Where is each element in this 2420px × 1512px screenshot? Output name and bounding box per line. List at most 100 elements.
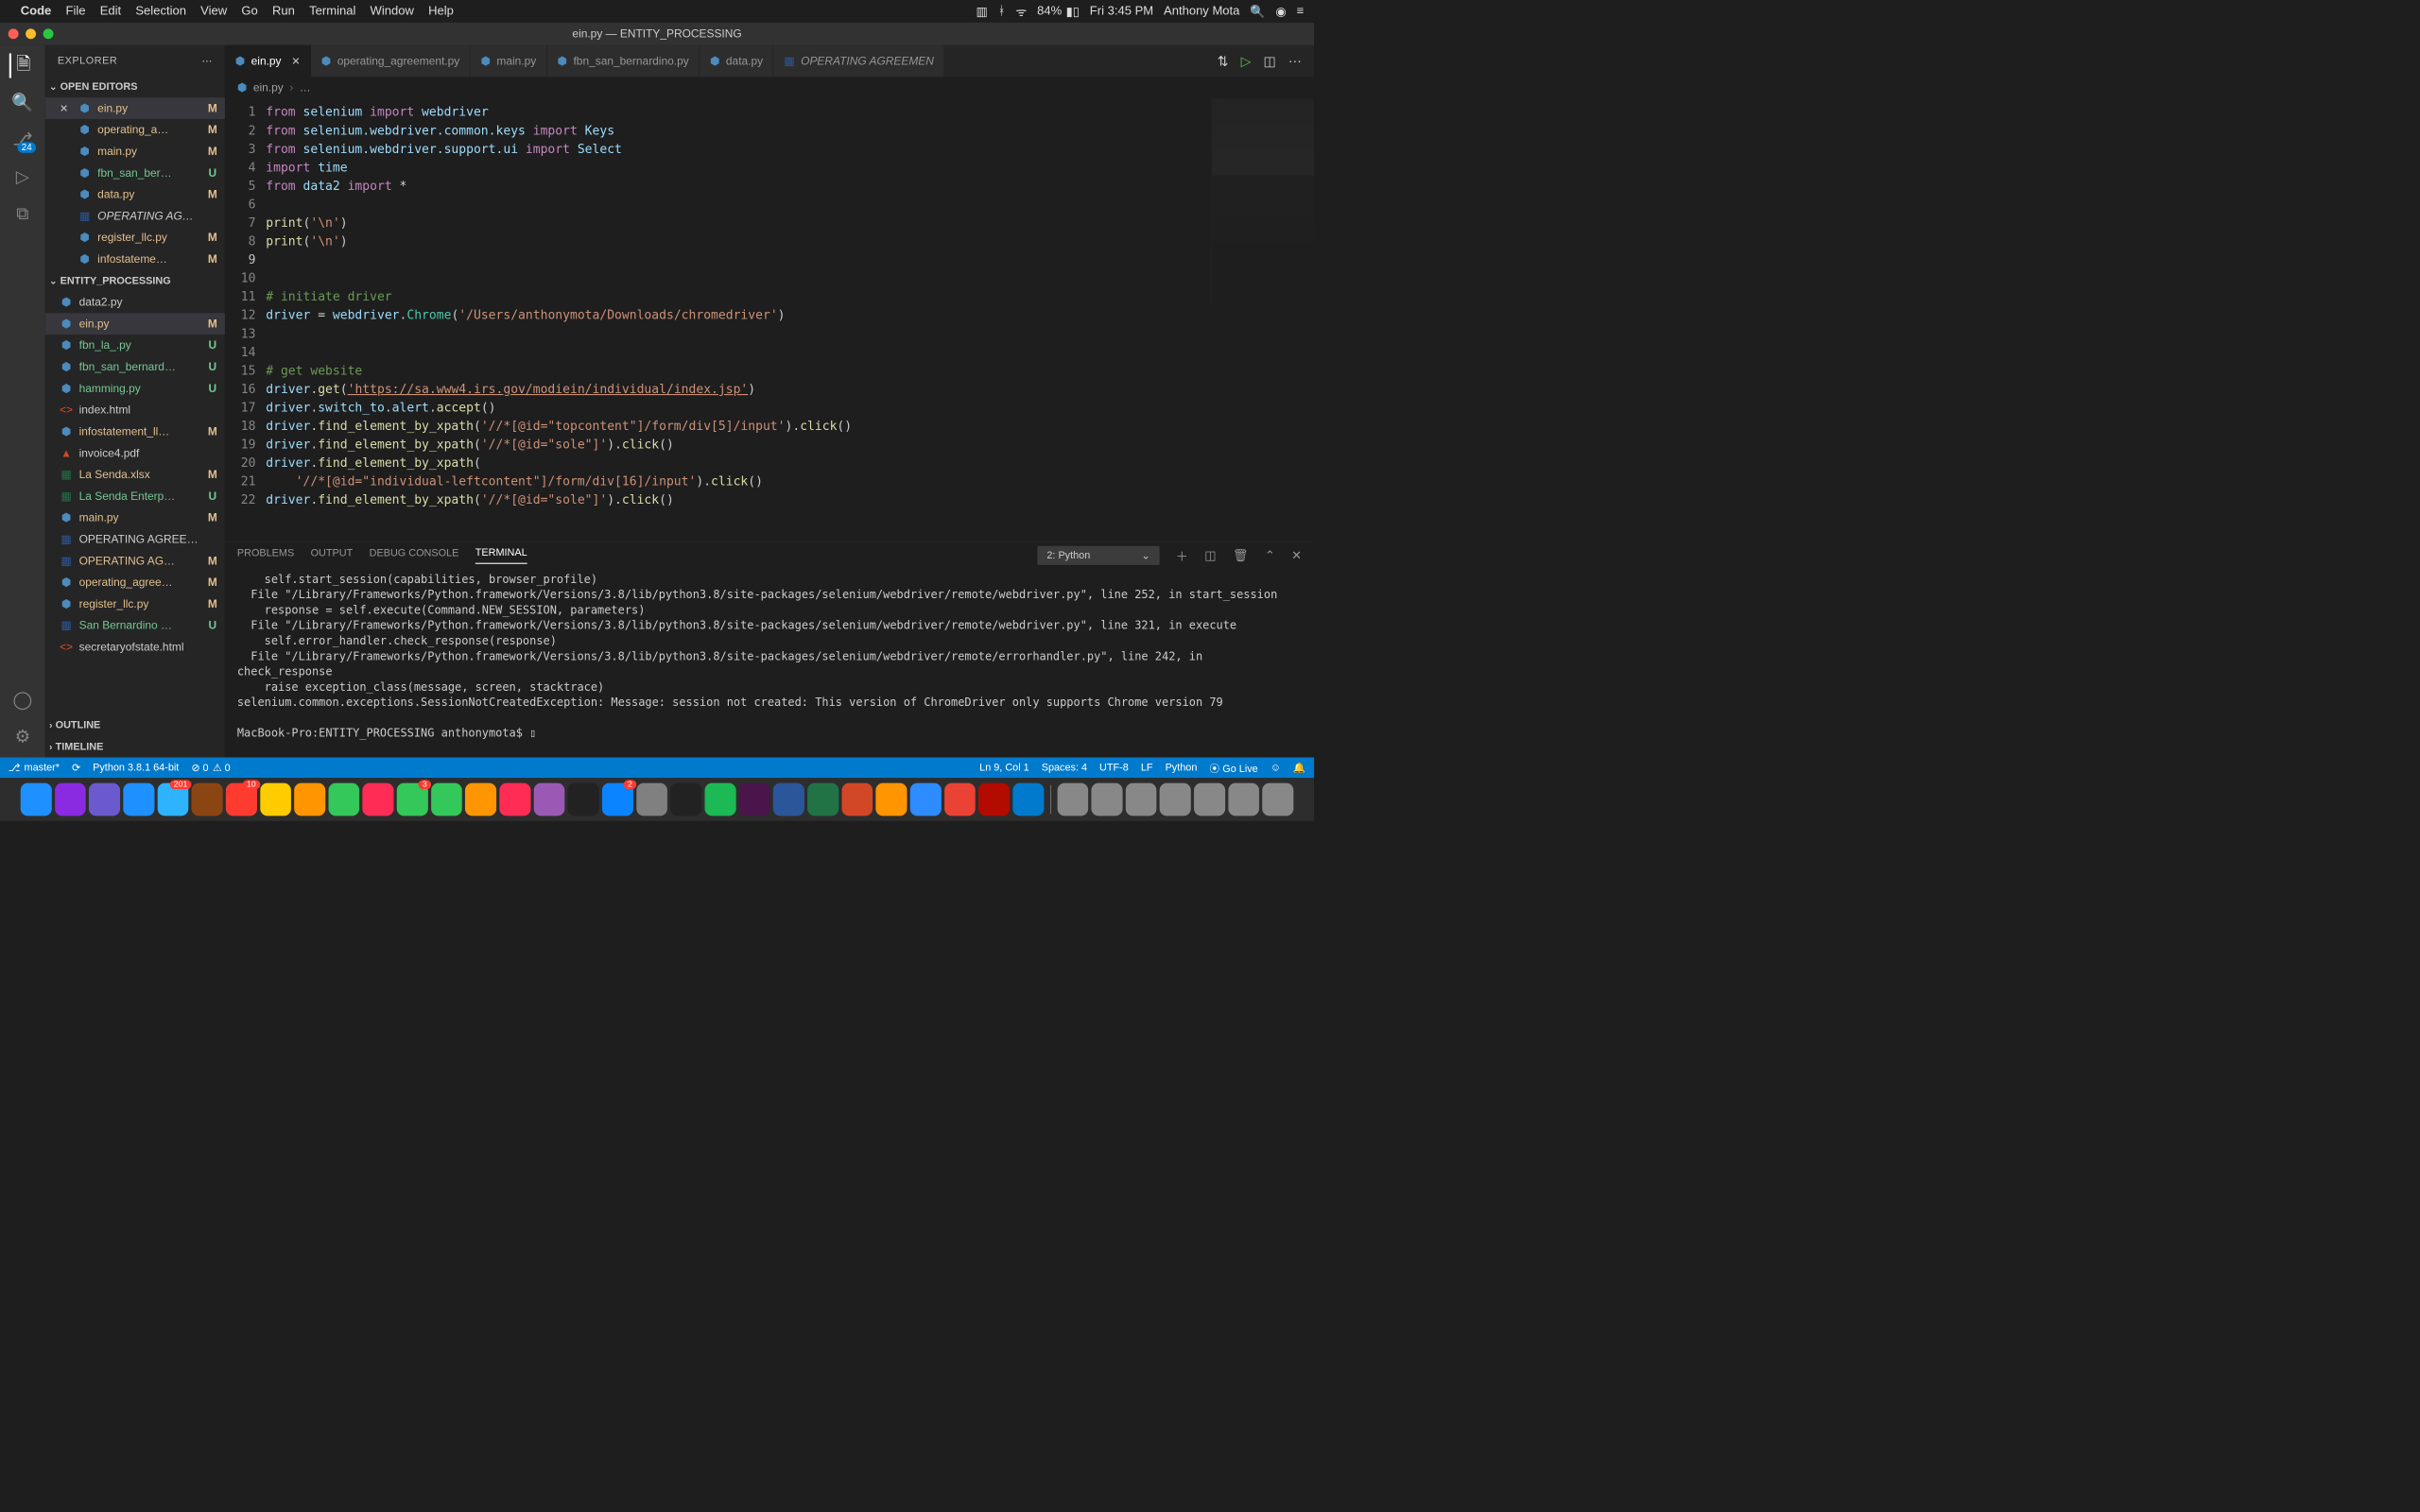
file-item[interactable]: ▦La Senda.xlsxM [45,464,225,486]
dock-app-facetime[interactable] [431,783,462,816]
encoding[interactable]: UTF-8 [1099,762,1129,773]
app-name[interactable]: Code [21,4,52,18]
panel-tab-problems[interactable]: PROBLEMS [237,547,294,563]
spotlight-icon[interactable]: 🔍 [1250,4,1265,19]
editor-tab[interactable]: ▦OPERATING AGREEMEN [773,45,944,77]
dock-app-itunes[interactable] [465,783,496,816]
close-window-button[interactable] [9,28,19,39]
file-item[interactable]: ▦San Bernardino …U [45,615,225,637]
problems-count[interactable]: ⊘ 0 ⚠ 0 [191,762,230,775]
cursor-position[interactable]: Ln 9, Col 1 [979,762,1029,773]
menuextra-icon[interactable]: ▥ [977,4,988,19]
project-header[interactable]: ⌄ ENTITY_PROCESSING [45,270,225,292]
dock-app-spotify[interactable] [705,783,736,816]
git-branch[interactable]: ⎇ master* [9,762,60,775]
dock-app-safari[interactable] [123,783,154,816]
dock-app-photos[interactable] [363,783,394,816]
run-debug-icon[interactable]: ▷ [10,164,35,189]
kill-terminal-icon[interactable]: 🗑 [1233,548,1249,563]
file-item[interactable]: ▦OPERATING AGREEM… [45,528,225,550]
dock-app-maps[interactable] [328,783,359,816]
file-item[interactable]: ▲invoice4.pdf [45,442,225,464]
extensions-icon[interactable]: ⧉ [10,201,35,226]
python-interpreter[interactable]: Python 3.8.1 64-bit [93,762,179,773]
dock-app-chrome[interactable] [944,783,976,816]
file-item[interactable]: ⬢infostatement_ll…M [45,421,225,442]
dock-app-tv[interactable] [568,783,599,816]
code-editor[interactable]: 12345678910111213141516171819202122 from… [225,98,1314,541]
panel-tab-output[interactable]: OUTPUT [311,547,354,563]
notification-center-icon[interactable]: ≡ [1297,4,1305,18]
zoom-window-button[interactable] [43,28,54,39]
menu-go[interactable]: Go [241,4,257,18]
maximize-panel-icon[interactable]: ⌃ [1265,548,1275,563]
language-mode[interactable]: Python [1166,762,1198,773]
dock-app-contacts[interactable] [192,783,223,816]
dock-app-excel[interactable] [807,783,838,816]
dock-app-powerpoint[interactable] [841,783,873,816]
run-file-icon[interactable]: ▷ [1241,53,1252,69]
file-item[interactable]: ⬢ein.pyM [45,313,225,335]
dock-app-zoom[interactable] [910,783,942,816]
dock-app-word[interactable] [773,783,804,816]
siri-icon[interactable]: ◉ [1275,4,1286,19]
dock-item-doc[interactable] [1092,783,1123,816]
bluetooth-icon[interactable]: ᚼ [998,4,1006,18]
menu-window[interactable]: Window [371,4,414,18]
minimize-window-button[interactable] [26,28,36,39]
menu-file[interactable]: File [66,4,86,18]
editor-tab[interactable]: ⬢main.py [471,45,547,77]
file-item[interactable]: ▦La Senda Enterp…U [45,486,225,507]
compare-changes-icon[interactable]: ⇅ [1218,53,1229,69]
dock-app-terminal[interactable] [670,783,701,816]
dock-app-acrobat[interactable] [978,783,1010,816]
editor-tab[interactable]: ⬢data.py [700,45,773,77]
battery-status[interactable]: 84% ▮▯ [1037,4,1080,19]
file-item[interactable]: <>secretaryofstate.html [45,636,225,658]
menu-terminal[interactable]: Terminal [309,4,355,18]
clock[interactable]: Fri 3:45 PM [1090,4,1153,18]
close-editor-icon[interactable]: ✕ [60,102,72,115]
file-item[interactable]: ⬢fbn_la_.pyU [45,335,225,356]
editor-tab[interactable]: ⬢operating_agreement.py [311,45,471,77]
dock-app-preferences[interactable] [636,783,667,816]
feedback-icon[interactable]: ☺ [1270,762,1281,773]
panel-tab-debug-console[interactable]: DEBUG CONSOLE [370,547,459,563]
file-item[interactable]: ⬢register_llc.pyM [45,593,225,615]
open-editor-item[interactable]: ⬢main.pyM [45,141,225,163]
dock-item-doc[interactable] [1194,783,1225,816]
timeline-header[interactable]: › TIMELINE [45,736,225,758]
editor-tab[interactable]: ⬢ein.py✕ [225,45,311,77]
dock-app-reminders[interactable] [294,783,325,816]
open-editor-item[interactable]: ⬢infostateme…M [45,249,225,270]
dock-item-folder[interactable] [1228,783,1259,816]
close-tab-icon[interactable]: ✕ [291,55,300,68]
menu-run[interactable]: Run [272,4,295,18]
wifi-icon[interactable]: ᯤ [1015,3,1027,20]
panel-tab-terminal[interactable]: TERMINAL [475,547,527,564]
dock-app-slack[interactable] [739,783,770,816]
dock-item-doc[interactable] [1057,783,1088,816]
explorer-more-icon[interactable]: ⋯ [201,54,212,67]
file-item[interactable]: ⬢operating_agree…M [45,572,225,593]
editor-tab[interactable]: ⬢fbn_san_bernardino.py [547,45,700,77]
dock-app-appstore[interactable]: 2 [602,783,633,816]
minimap[interactable] [1211,98,1314,303]
file-item[interactable]: <>index.html [45,399,225,421]
file-item[interactable]: ⬢data2.py [45,291,225,313]
dock-app-mail[interactable]: 201 [157,783,188,816]
settings-gear-icon[interactable]: ⚙ [10,725,35,749]
terminal-output[interactable]: self.start_session(capabilities, browser… [225,568,1314,757]
dock-app-vscode[interactable] [1012,783,1044,816]
more-actions-icon[interactable]: ⋯ [1288,53,1302,69]
menu-view[interactable]: View [200,4,227,18]
user-name[interactable]: Anthony Mota [1164,4,1239,18]
breadcrumb[interactable]: ⬢ ein.py › … [225,77,1314,98]
dock-app-music[interactable] [499,783,530,816]
indentation[interactable]: Spaces: 4 [1042,762,1087,773]
dock-app-finder[interactable] [21,783,52,816]
dock-app-notes[interactable] [260,783,291,816]
dock-item-doc[interactable] [1160,783,1191,816]
open-editor-item[interactable]: ⬢data.pyM [45,183,225,205]
code-content[interactable]: from selenium import webdriverfrom selen… [266,98,1314,541]
